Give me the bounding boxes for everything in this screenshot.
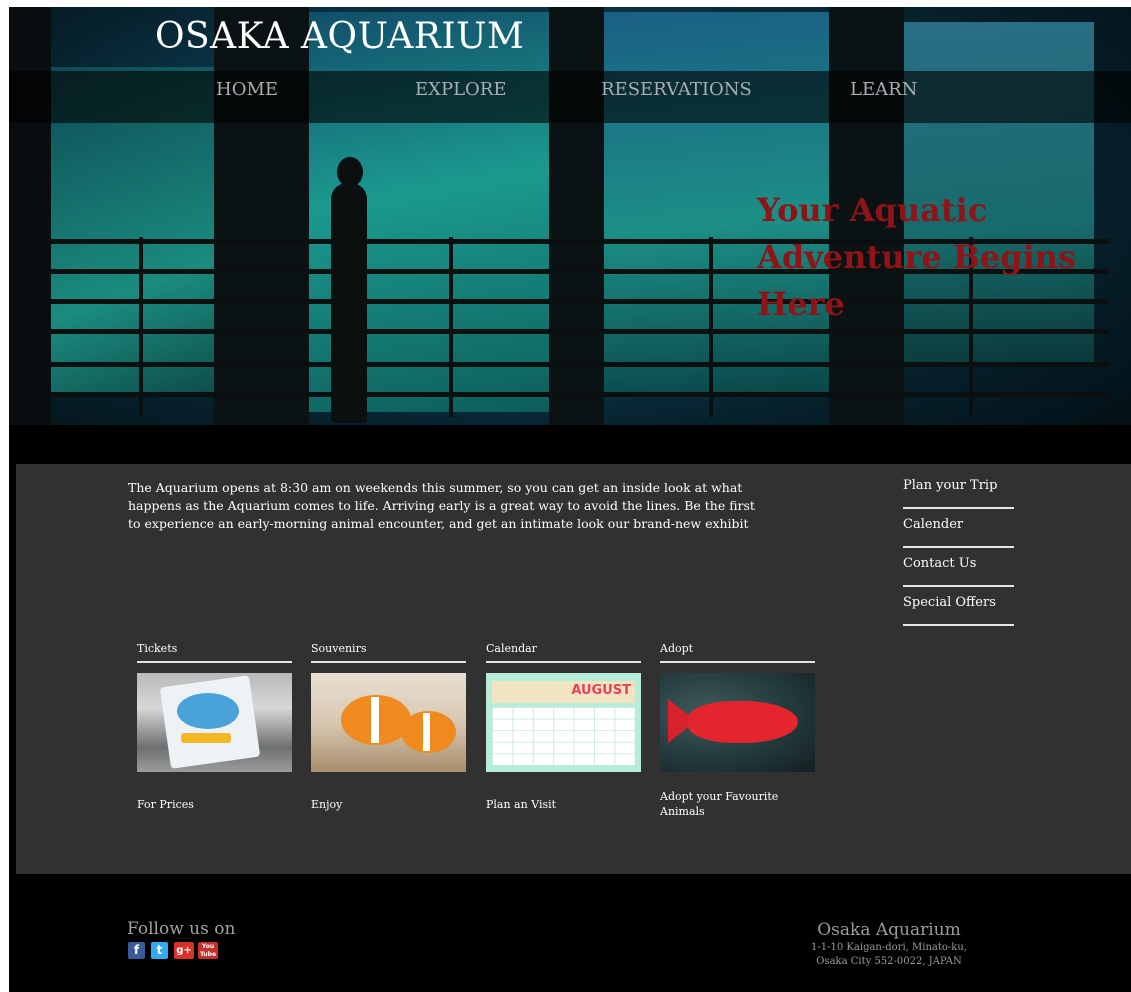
follow-label: Follow us on — [127, 919, 236, 939]
youtube-icon[interactable]: You Tube — [198, 942, 218, 959]
hero-banner: OSAKA AQUARIUM HOME EXPLORE RESERVATIONS… — [9, 7, 1131, 463]
nav-explore[interactable]: EXPLORE — [415, 79, 506, 100]
card-souvenirs: Souvenirs Enjoy — [311, 639, 466, 811]
card-adopt: Adopt Adopt your Favourite Animals — [660, 639, 815, 818]
page-frame: OSAKA AQUARIUM HOME EXPLORE RESERVATIONS… — [9, 7, 1131, 992]
main-nav: HOME EXPLORE RESERVATIONS LEARN — [9, 71, 1131, 123]
adopt-image[interactable] — [660, 673, 815, 772]
card-title[interactable]: Tickets — [137, 639, 292, 663]
site-footer: Follow us on f t g+ You Tube Osaka Aquar… — [9, 874, 1131, 992]
address-line: 1-1-10 Kaigan-dori, Minato-ku, — [811, 942, 967, 953]
calendar-month: AUGUST — [571, 683, 631, 698]
link-plan-your-trip[interactable]: Plan your Trip — [903, 476, 1014, 509]
visitor-silhouette — [327, 157, 375, 423]
nav-reservations[interactable]: RESERVATIONS — [601, 79, 752, 100]
calendar-grid — [492, 707, 635, 765]
nav-learn[interactable]: LEARN — [850, 79, 917, 100]
railing — [49, 362, 1109, 367]
card-caption[interactable]: Enjoy — [311, 797, 466, 812]
facebook-icon[interactable]: f — [128, 942, 145, 959]
whale-shark-graphic — [177, 693, 239, 729]
card-title[interactable]: Souvenirs — [311, 639, 466, 663]
google-plus-icon[interactable]: g+ — [174, 942, 194, 959]
ticket-band — [181, 733, 231, 743]
nav-home[interactable]: HOME — [216, 79, 278, 100]
souvenirs-image[interactable] — [311, 673, 466, 772]
railing — [49, 329, 1109, 334]
link-calender[interactable]: Calender — [903, 509, 1014, 548]
link-contact-us[interactable]: Contact Us — [903, 548, 1014, 587]
hero-tagline: Your Aquatic Adventure Begins Here — [757, 191, 1077, 323]
address-name: Osaka Aquarium — [817, 920, 961, 940]
link-special-offers[interactable]: Special Offers — [903, 587, 1014, 626]
red-fish — [688, 701, 798, 743]
main-content: The Aquarium opens at 8:30 am on weekend… — [16, 464, 1131, 874]
plush-stripe — [423, 713, 430, 751]
hero-floor — [9, 425, 1131, 463]
card-tickets: Tickets For Prices — [137, 639, 292, 811]
card-calendar: Calendar AUGUST Plan an Visit — [486, 639, 641, 811]
railing — [49, 392, 1109, 397]
card-title[interactable]: Calendar — [486, 639, 641, 663]
tickets-image[interactable] — [137, 673, 292, 772]
intro-text: The Aquarium opens at 8:30 am on weekend… — [128, 480, 755, 531]
card-caption[interactable]: Plan an Visit — [486, 797, 641, 812]
quick-links: Plan your Trip Calender Contact Us Speci… — [903, 476, 1014, 626]
plush-stripe — [371, 697, 379, 743]
railing-post — [139, 237, 143, 417]
address-block: Osaka Aquarium 1-1-10 Kaigan-dori, Minat… — [779, 919, 999, 969]
address-line: Osaka City 552-0022, JAPAN — [816, 956, 962, 967]
site-title[interactable]: OSAKA AQUARIUM — [155, 16, 524, 57]
card-caption[interactable]: Adopt your Favourite Animals — [660, 789, 815, 819]
twitter-icon[interactable]: t — [151, 942, 168, 959]
calendar-image[interactable]: AUGUST — [486, 673, 641, 772]
railing-post — [709, 237, 713, 417]
railing-post — [449, 237, 453, 417]
silhouette-body — [331, 183, 367, 423]
card-caption[interactable]: For Prices — [137, 797, 292, 812]
card-title[interactable]: Adopt — [660, 639, 815, 663]
